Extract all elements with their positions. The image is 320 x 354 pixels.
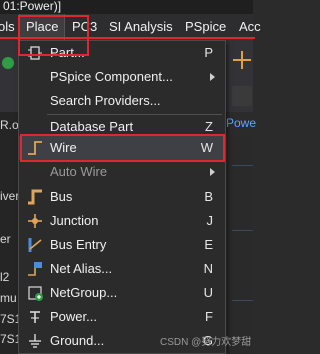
menu-item-junction[interactable]: Junction J	[19, 209, 225, 233]
net-alias-icon	[27, 261, 43, 277]
junction-icon	[27, 213, 43, 229]
wire-icon	[27, 140, 43, 156]
menu-accessories[interactable]: Acc	[239, 14, 261, 40]
menu-pcb[interactable]: PC3	[72, 14, 97, 40]
menu-si-analysis[interactable]: SI Analysis	[109, 14, 173, 40]
netgroup-icon	[27, 285, 43, 301]
window-title: 01:Power)]	[0, 0, 253, 14]
part-icon	[27, 45, 43, 61]
tree-fragment: l2	[0, 270, 10, 284]
add-icon[interactable]	[2, 57, 14, 69]
tool-icon[interactable]	[232, 86, 252, 106]
bus-icon	[27, 189, 43, 205]
schematic-canvas[interactable]	[226, 135, 253, 354]
menu-item-search-providers[interactable]: Search Providers...	[19, 89, 225, 113]
tree-fragment: iver	[0, 189, 20, 203]
grid-line	[232, 230, 253, 231]
power-icon	[27, 309, 43, 325]
place-menu: Part... P PSpice Component... Search Pro…	[18, 40, 226, 354]
menu-bar: ols Place PC3 SI Analysis PSpice Acc	[0, 14, 261, 40]
submenu-arrow-icon	[210, 168, 215, 176]
menu-item-auto-wire[interactable]: Auto Wire	[19, 160, 225, 184]
tree-fragment: R.o	[0, 118, 19, 132]
menu-item-wire[interactable]: Wire W	[19, 136, 225, 160]
menu-item-part[interactable]: Part... P	[19, 41, 225, 65]
tree-fragment: mu	[0, 291, 17, 305]
ground-icon	[27, 333, 43, 349]
submenu-arrow-icon	[210, 73, 215, 81]
menu-pspice[interactable]: PSpice	[185, 14, 226, 40]
grid-line	[232, 300, 253, 301]
grid-line	[232, 165, 253, 166]
menu-place[interactable]: Place	[19, 14, 65, 40]
menu-item-net-alias[interactable]: Net Alias... N	[19, 257, 225, 281]
menu-item-pspice-component[interactable]: PSpice Component...	[19, 65, 225, 89]
menu-item-netgroup[interactable]: NetGroup... U	[19, 281, 225, 305]
menu-tools[interactable]: ols	[0, 14, 16, 40]
power-fragment: Powe	[226, 116, 257, 130]
crosshair-icon[interactable]	[233, 51, 251, 69]
tree-fragment: er	[0, 232, 11, 246]
menu-item-bus[interactable]: Bus B	[19, 185, 225, 209]
watermark: CSDN @努力欢梦甜	[160, 337, 252, 348]
menu-item-power[interactable]: Power... F	[19, 305, 225, 329]
menu-item-bus-entry[interactable]: Bus Entry E	[19, 233, 225, 257]
bus-entry-icon	[27, 237, 43, 253]
